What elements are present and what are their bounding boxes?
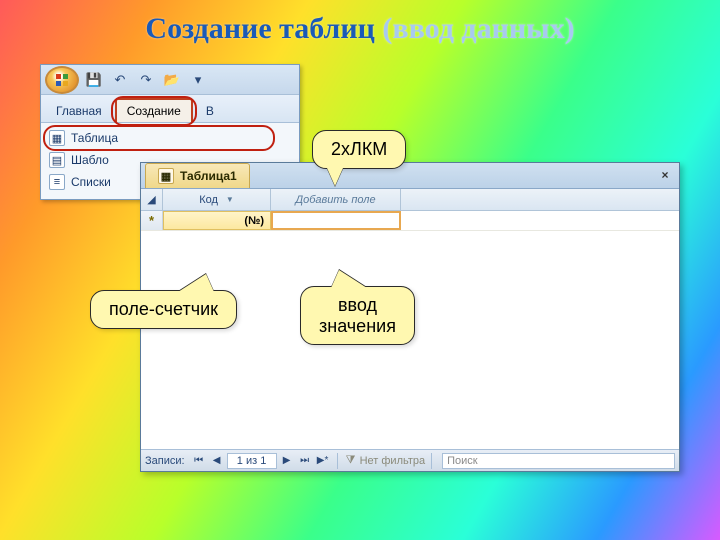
filter-icon[interactable]: ⧩ <box>344 454 358 468</box>
cell-code[interactable]: (№) <box>163 211 271 230</box>
column-headers: ◢ Код ▼ Добавить поле <box>141 189 679 211</box>
template-icon: ▤ <box>49 152 65 168</box>
callout-counter-text: поле-счетчик <box>109 299 218 319</box>
column-header-add-field[interactable]: Добавить поле <box>271 189 401 210</box>
filter-status: Нет фильтра <box>360 455 426 467</box>
nav-position[interactable]: 1 из 1 <box>227 453 277 469</box>
datasheet-tab[interactable]: ▦ Таблица1 <box>145 163 250 188</box>
nav-prev-icon[interactable]: ◀ <box>209 453 225 469</box>
callout-enter-value: ввод значения <box>300 286 415 345</box>
cell-value-input[interactable] <box>271 211 401 230</box>
nav-first-icon[interactable]: ⏮ <box>191 453 207 469</box>
nav-label: Записи: <box>145 455 185 467</box>
title-main: Создание таблиц <box>145 12 382 45</box>
search-input[interactable]: Поиск <box>442 453 675 469</box>
separator <box>431 453 432 469</box>
row-selector-new[interactable]: * <box>141 211 163 230</box>
nav-last-icon[interactable]: ⏭ <box>297 453 313 469</box>
datasheet-tab-label: Таблица1 <box>180 169 237 183</box>
table-row: * (№) <box>141 211 679 231</box>
ribbon-item-templates-label: Шабло <box>71 153 109 167</box>
close-icon[interactable]: × <box>657 167 673 183</box>
callout-value-text: ввод значения <box>319 295 396 336</box>
callout-doubleclick-text: 2хЛКМ <box>331 139 387 159</box>
nav-next-icon[interactable]: ▶ <box>279 453 295 469</box>
datasheet-tabbar: ▦ Таблица1 × <box>141 163 679 189</box>
callout-tail-icon <box>331 270 367 288</box>
tab-create-label: Создание <box>127 104 181 118</box>
table-icon: ▦ <box>49 130 65 146</box>
title-sub: (ввод данных) <box>382 12 574 45</box>
office-button[interactable] <box>45 66 79 94</box>
save-icon[interactable]: 💾 <box>83 69 105 91</box>
tab-home[interactable]: Главная <box>45 99 113 122</box>
ribbon-tabs: Главная Создание В <box>41 95 299 123</box>
undo-icon[interactable]: ↶ <box>109 69 131 91</box>
quick-access-toolbar: 💾 ↶ ↷ 📂 ▾ <box>41 65 299 95</box>
callout-tail-icon <box>327 168 343 186</box>
tab-extra[interactable]: В <box>195 99 225 122</box>
callout-tail-icon <box>178 274 214 292</box>
column-header-code-label: Код <box>199 194 218 206</box>
select-all-corner[interactable]: ◢ <box>141 189 163 210</box>
nav-new-icon[interactable]: ▶* <box>315 453 331 469</box>
ribbon-item-lists-label: Списки <box>71 175 111 189</box>
record-navigator: Записи: ⏮ ◀ 1 из 1 ▶ ⏭ ▶* ⧩ Нет фильтра … <box>141 449 679 471</box>
ribbon-item-table-label: Таблица <box>71 131 118 145</box>
qat-dropdown-icon[interactable]: ▾ <box>187 69 209 91</box>
column-header-code[interactable]: Код ▼ <box>163 189 271 210</box>
callout-counter-field: поле-счетчик <box>90 290 237 329</box>
open-icon[interactable]: 📂 <box>161 69 183 91</box>
table-icon: ▦ <box>158 168 174 184</box>
list-icon: ≡ <box>49 174 65 190</box>
callout-doubleclick: 2хЛКМ <box>312 130 406 169</box>
separator <box>337 453 338 469</box>
dropdown-icon[interactable]: ▼ <box>226 195 234 204</box>
tab-create[interactable]: Создание <box>115 98 193 122</box>
ribbon-item-table[interactable]: ▦ Таблица <box>45 127 295 149</box>
slide-title: Создание таблиц (ввод данных) <box>0 12 720 46</box>
redo-icon[interactable]: ↷ <box>135 69 157 91</box>
